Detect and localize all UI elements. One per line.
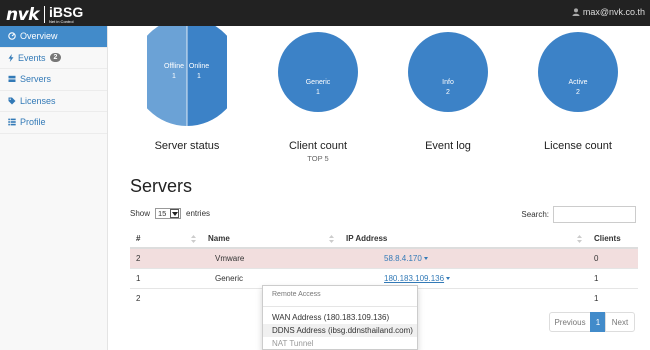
slice-label-offline: Offline <box>164 63 184 70</box>
chevron-down-icon <box>170 209 180 218</box>
logo-nvk: nvk <box>6 5 40 25</box>
license-count-pie: Active 2 <box>538 32 618 112</box>
logo-tagline: Net in Control <box>49 19 74 24</box>
slice-value-generic: 1 <box>316 89 320 96</box>
slice-value-active: 2 <box>576 89 580 96</box>
top-navbar: nvk iBSG Net in Control max@nvk.co.th <box>0 0 650 26</box>
user-menu[interactable]: max@nvk.co.th <box>572 7 645 17</box>
list-icon <box>8 118 16 126</box>
chart-label: Server status <box>154 140 220 152</box>
ip-address-link[interactable]: 180.183.109.136 <box>384 274 451 283</box>
logo-product: iBSG <box>49 4 84 20</box>
client-count-chart: Generic 1 Client count TOP 5 <box>253 26 383 163</box>
page-size-select[interactable]: 15 <box>155 208 182 219</box>
events-count-badge: 2 <box>49 53 62 63</box>
sidebar-item-overview[interactable]: Overview <box>0 26 107 48</box>
slice-value-offline: 1 <box>172 73 176 80</box>
bolt-icon <box>8 53 14 62</box>
pie-slice-offline[interactable] <box>147 26 187 126</box>
event-log-chart: Info 2 Event log <box>383 26 513 152</box>
search-input[interactable] <box>553 206 636 223</box>
column-header-num[interactable]: # <box>130 229 202 249</box>
chart-label: License count <box>544 140 612 152</box>
chart-label: Event log <box>425 140 471 152</box>
pie-slice-info[interactable] <box>408 32 488 112</box>
sidebar-item-label: Overview <box>20 31 58 42</box>
sidebar-item-profile[interactable]: Profile <box>0 112 107 134</box>
cell-num: 2 <box>130 247 202 268</box>
menu-item-wan-address[interactable]: WAN Address (180.183.109.136) <box>263 311 417 324</box>
slice-label-info: Info <box>442 79 454 86</box>
sort-icon <box>577 235 582 243</box>
next-page-button[interactable]: Next <box>605 312 635 332</box>
sidebar-item-events[interactable]: Events 2 <box>0 48 107 69</box>
slice-label-generic: Generic <box>306 79 331 86</box>
page-1-button[interactable]: 1 <box>590 312 606 332</box>
menu-item-nat-tunnel[interactable]: NAT Tunnel <box>263 337 417 349</box>
sidebar: Overview Events 2 Servers Licenses Profi… <box>0 26 108 350</box>
show-label: Show <box>130 209 151 218</box>
sidebar-item-label: Profile <box>20 117 46 128</box>
cell-ip: 58.8.4.170 <box>340 247 588 268</box>
sidebar-item-servers[interactable]: Servers <box>0 69 107 91</box>
sidebar-item-label: Servers <box>20 74 52 85</box>
sidebar-item-licenses[interactable]: Licenses <box>0 91 107 112</box>
event-log-pie: Info 2 <box>408 32 488 112</box>
pie-slice-active[interactable] <box>538 32 618 112</box>
tag-icon <box>8 97 16 105</box>
pagination: Previous 1 Next <box>549 312 635 332</box>
server-icon <box>8 75 16 83</box>
slice-value-info: 2 <box>446 89 450 96</box>
overview-charts: Offline 1 Online 1 Server status Generic… <box>108 26 650 163</box>
license-count-chart: Active 2 License count <box>513 26 643 152</box>
table-search: Search: <box>521 206 636 223</box>
logo[interactable]: nvk iBSG Net in Control <box>6 4 83 24</box>
entries-label: entries <box>186 209 211 218</box>
table-header-row: # Name IP Address Clients <box>130 229 638 249</box>
slice-label-active: Active <box>568 79 587 86</box>
column-header-ip[interactable]: IP Address <box>340 229 588 249</box>
main-content: Offline 1 Online 1 Server status Generic… <box>108 26 650 350</box>
previous-page-button[interactable]: Previous <box>549 312 591 332</box>
cell-num: 1 <box>130 267 202 288</box>
column-header-clients[interactable]: Clients <box>588 229 638 249</box>
page-size-value: 15 <box>158 209 167 218</box>
cell-clients: 0 <box>588 247 638 268</box>
page-title: Servers <box>130 176 193 196</box>
cell-clients: 1 <box>588 267 638 288</box>
chart-sublabel: TOP 5 <box>307 154 329 163</box>
sidebar-item-label: Licenses <box>20 95 56 106</box>
dashboard-icon <box>8 32 16 41</box>
remote-access-dropdown: Remote Access WAN Address (180.183.109.1… <box>262 285 418 350</box>
sort-icon <box>191 235 196 243</box>
pie-slice-online[interactable] <box>187 26 227 126</box>
server-status-pie: Offline 1 Online 1 <box>147 26 227 126</box>
slice-value-online: 1 <box>197 73 201 80</box>
user-email: max@nvk.co.th <box>582 7 645 17</box>
logo-divider <box>44 6 45 23</box>
search-label: Search: <box>521 210 549 219</box>
user-icon <box>572 8 580 16</box>
entries-length-control: Show 15 entries <box>130 208 210 219</box>
pie-slice-generic[interactable] <box>278 32 358 112</box>
dropdown-divider <box>263 306 417 307</box>
caret-down-icon <box>446 276 451 280</box>
column-header-name[interactable]: Name <box>202 229 340 249</box>
cell-clients: 1 <box>588 287 638 308</box>
cell-num: 2 <box>130 287 202 308</box>
menu-item-ddns-address[interactable]: DDNS Address (ibsg.ddnsthailand.com) <box>263 324 417 337</box>
client-count-pie: Generic 1 <box>278 32 358 112</box>
server-status-chart: Offline 1 Online 1 Server status <box>122 26 252 152</box>
sidebar-item-label: Events <box>18 52 46 63</box>
caret-down-icon <box>423 256 428 260</box>
sort-icon <box>329 235 334 243</box>
chart-label: Client count <box>288 140 348 152</box>
table-row[interactable]: 2 Vmware 58.8.4.170 0 <box>130 247 638 268</box>
ip-address-link[interactable]: 58.8.4.170 <box>384 254 428 263</box>
cell-name: Vmware <box>202 247 340 268</box>
dropdown-header: Remote Access <box>272 291 321 298</box>
slice-label-online: Online <box>189 63 209 70</box>
